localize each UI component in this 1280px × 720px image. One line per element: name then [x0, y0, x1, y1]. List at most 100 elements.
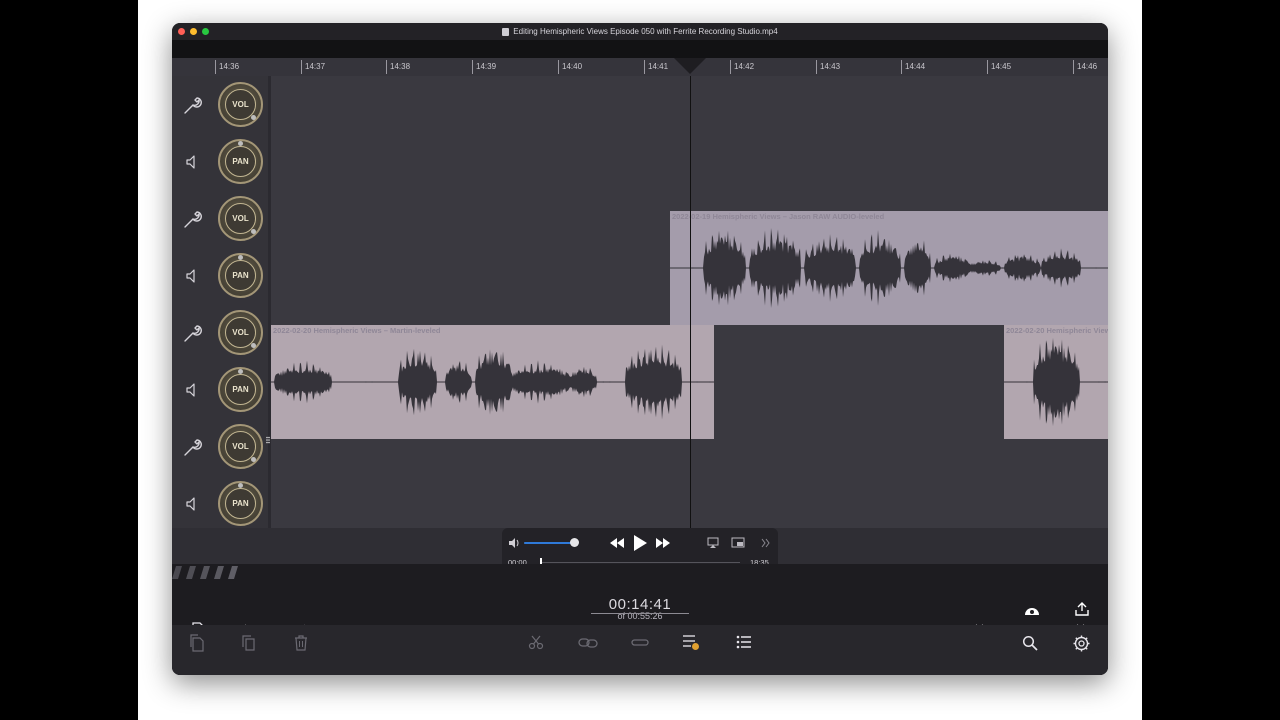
knob-indicator — [238, 369, 243, 374]
minimize-window-button[interactable] — [190, 28, 197, 35]
close-window-button[interactable] — [178, 28, 185, 35]
ruler-tick-label: 14:45 — [991, 62, 1012, 71]
window-title-text: Editing Hemispheric Views Episode 050 wi… — [513, 27, 778, 36]
volume-knob[interactable]: VOL — [218, 424, 263, 469]
speaker-icon[interactable] — [182, 379, 204, 401]
clip-drag-handle[interactable] — [266, 431, 270, 444]
split-icon[interactable] — [528, 635, 544, 651]
ruler-tick: 14:37 — [301, 60, 325, 74]
clip-label: 2022-02-20 Hemispheric Views — [1006, 326, 1108, 335]
pan-knob[interactable]: PAN — [218, 481, 263, 526]
knob-label: PAN — [225, 374, 256, 405]
waveform — [1004, 337, 1108, 427]
knob-indicator — [251, 343, 256, 348]
speaker-icon[interactable] — [182, 151, 204, 173]
ruler-tick-label: 14:36 — [219, 62, 240, 71]
rewind-icon[interactable] — [609, 537, 625, 549]
ruler-tick: 14:41 — [644, 60, 668, 74]
track-1-pan-row: PAN — [172, 133, 268, 190]
share-icon[interactable] — [1074, 602, 1090, 616]
ruler-tick: 14:44 — [901, 60, 925, 74]
ruler-tick-label: 14:41 — [648, 62, 669, 71]
knob-indicator — [238, 483, 243, 488]
link-icon[interactable] — [578, 636, 598, 650]
volume-slider-fill — [524, 542, 574, 544]
ruler-tick: 14:43 — [816, 60, 840, 74]
player-scrubber[interactable] — [540, 558, 740, 567]
search-icon[interactable] — [1022, 635, 1038, 651]
fast-forward-icon[interactable] — [655, 537, 671, 549]
knob-indicator — [251, 115, 256, 120]
playhead-handle[interactable] — [674, 58, 706, 74]
ruler-tick-label: 14:37 — [305, 62, 326, 71]
knob-indicator — [238, 255, 243, 260]
ruler-tick-label: 14:43 — [820, 62, 841, 71]
list-icon[interactable] — [736, 635, 752, 649]
ruler-tick: 14:45 — [987, 60, 1011, 74]
track-4-pan-row: PAN — [172, 475, 268, 532]
wrench-icon[interactable] — [182, 322, 204, 344]
title-bar: Editing Hemispheric Views Episode 050 wi… — [172, 23, 1108, 40]
knob-indicator — [238, 141, 243, 146]
paste-icon[interactable] — [241, 634, 257, 652]
knob-label: PAN — [225, 488, 256, 519]
volume-knob[interactable]: VOL — [218, 310, 263, 355]
wrench-icon[interactable] — [182, 94, 204, 116]
wrench-icon[interactable] — [182, 208, 204, 230]
document-icon — [502, 27, 510, 36]
speaker-icon[interactable] — [182, 265, 204, 287]
trash-icon[interactable] — [293, 634, 309, 652]
volume-knob[interactable]: VOL — [218, 82, 263, 127]
ruler-tick: 14:40 — [558, 60, 582, 74]
knob-label: PAN — [225, 260, 256, 291]
play-icon[interactable] — [632, 533, 649, 553]
pan-knob[interactable]: PAN — [218, 139, 263, 184]
zoom-window-button[interactable] — [202, 28, 209, 35]
knob-label: PAN — [225, 146, 256, 177]
volume-icon[interactable] — [508, 537, 522, 549]
wrench-icon[interactable] — [182, 436, 204, 458]
settings-gear-icon[interactable] — [1073, 635, 1090, 652]
snapshot-icon[interactable] — [1023, 602, 1041, 616]
knob-indicator — [251, 457, 256, 462]
top-band — [172, 40, 1108, 58]
bottom-toolbar — [172, 625, 1108, 675]
track-4-volume-row: VOL — [172, 418, 268, 475]
copy-icon[interactable] — [189, 634, 205, 652]
track-2-volume-row: VOL — [172, 190, 268, 247]
ruler-tick-label: 14:40 — [562, 62, 583, 71]
ruler-tick-label: 14:38 — [390, 62, 411, 71]
ruler-tick: 14:38 — [386, 60, 410, 74]
pan-knob[interactable]: PAN — [218, 253, 263, 298]
volume-knob[interactable]: VOL — [218, 196, 263, 241]
more-controls-icon[interactable] — [761, 538, 771, 548]
timecode-divider — [591, 613, 689, 614]
speaker-icon[interactable] — [182, 493, 204, 515]
picture-in-picture-icon[interactable] — [731, 537, 745, 549]
ruler-tick-label: 14:42 — [734, 62, 755, 71]
volume-slider-thumb[interactable] — [569, 538, 579, 547]
timeline-ruler[interactable]: 14:36 14:37 14:38 14:39 14:40 14:41 14:4… — [172, 58, 1108, 76]
audio-clip-martin[interactable]: 2022-02-20 Hemispheric Views – Martin-le… — [271, 325, 714, 439]
pan-knob[interactable]: PAN — [218, 367, 263, 412]
knob-indicator — [251, 229, 256, 234]
unlink-icon[interactable] — [631, 639, 649, 647]
timecode-display[interactable]: 00:14:41 of 00:55:26 — [590, 596, 690, 621]
airplay-icon[interactable] — [707, 537, 719, 549]
audio-clip-third[interactable]: 2022-02-20 Hemispheric Views — [1004, 325, 1108, 439]
audio-clip-jason[interactable]: 2022-02-19 Hemispheric Views – Jason RAW… — [670, 211, 1108, 325]
clip-label: 2022-02-19 Hemispheric Views – Jason RAW… — [672, 212, 885, 221]
markers-list-icon[interactable] — [682, 634, 700, 651]
ruler-tick: 14:46 — [1073, 60, 1097, 74]
ruler-tick-label: 14:39 — [476, 62, 497, 71]
track-1-volume-row: VOL — [172, 76, 268, 133]
volume-slider[interactable] — [524, 538, 579, 547]
track-2-pan-row: PAN — [172, 247, 268, 304]
clip-stack-icon — [172, 566, 238, 579]
track-3-pan-row: PAN — [172, 361, 268, 418]
clip-label: 2022-02-20 Hemispheric Views – Martin-le… — [273, 326, 441, 335]
playhead-line — [690, 76, 691, 528]
ruler-tick: 14:39 — [472, 60, 496, 74]
ruler-tick-label: 14:44 — [905, 62, 926, 71]
ruler-tick-label: 14:46 — [1077, 62, 1098, 71]
